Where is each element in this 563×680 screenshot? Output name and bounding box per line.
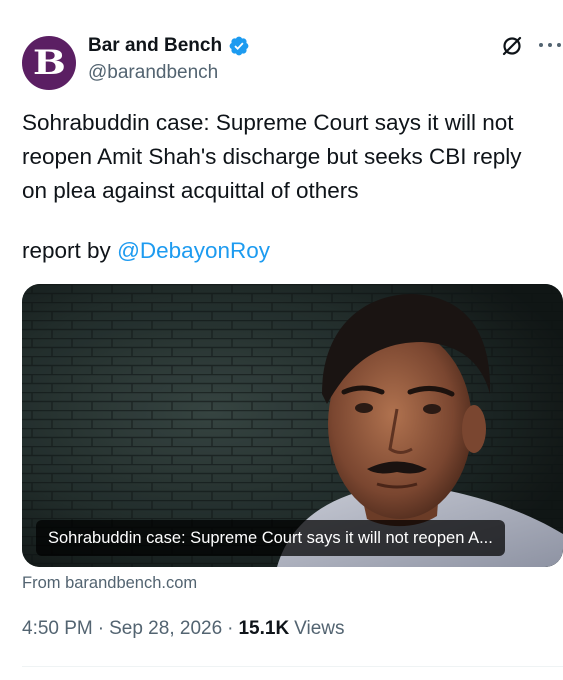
- report-line: report by @DebayonRoy: [22, 234, 270, 268]
- link-card[interactable]: Sohrabuddin case: Supreme Court says it …: [22, 284, 563, 567]
- author-name[interactable]: Bar and Bench: [88, 35, 222, 57]
- tweet: B Bar and Bench @barandbench Sohrabuddin…: [0, 0, 563, 680]
- mention-link[interactable]: @DebayonRoy: [117, 238, 270, 263]
- avatar[interactable]: B: [22, 36, 76, 90]
- views-count: 15.1K: [238, 618, 290, 639]
- author-handle[interactable]: @barandbench: [88, 62, 218, 84]
- report-prefix: report by: [22, 238, 111, 263]
- grok-icon[interactable]: [500, 34, 524, 58]
- author-name-row[interactable]: Bar and Bench: [88, 35, 250, 57]
- card-source[interactable]: From barandbench.com: [22, 574, 197, 593]
- tweet-date[interactable]: Sep 28, 2026: [109, 618, 222, 640]
- avatar-logo: B: [32, 43, 66, 83]
- meta-separator: ·: [227, 618, 234, 639]
- tweet-meta: 4:50 PM · Sep 28, 2026 · 15.1K Views: [22, 618, 345, 640]
- views-label: Views: [294, 618, 345, 639]
- more-options-icon[interactable]: [539, 34, 561, 56]
- verified-badge-icon: [229, 36, 249, 56]
- meta-separator: ·: [97, 618, 105, 639]
- card-caption: Sohrabuddin case: Supreme Court says it …: [36, 520, 505, 556]
- tweet-text: Sohrabuddin case: Supreme Court says it …: [22, 110, 522, 203]
- tweet-time[interactable]: 4:50 PM: [22, 618, 93, 640]
- divider: [22, 666, 563, 667]
